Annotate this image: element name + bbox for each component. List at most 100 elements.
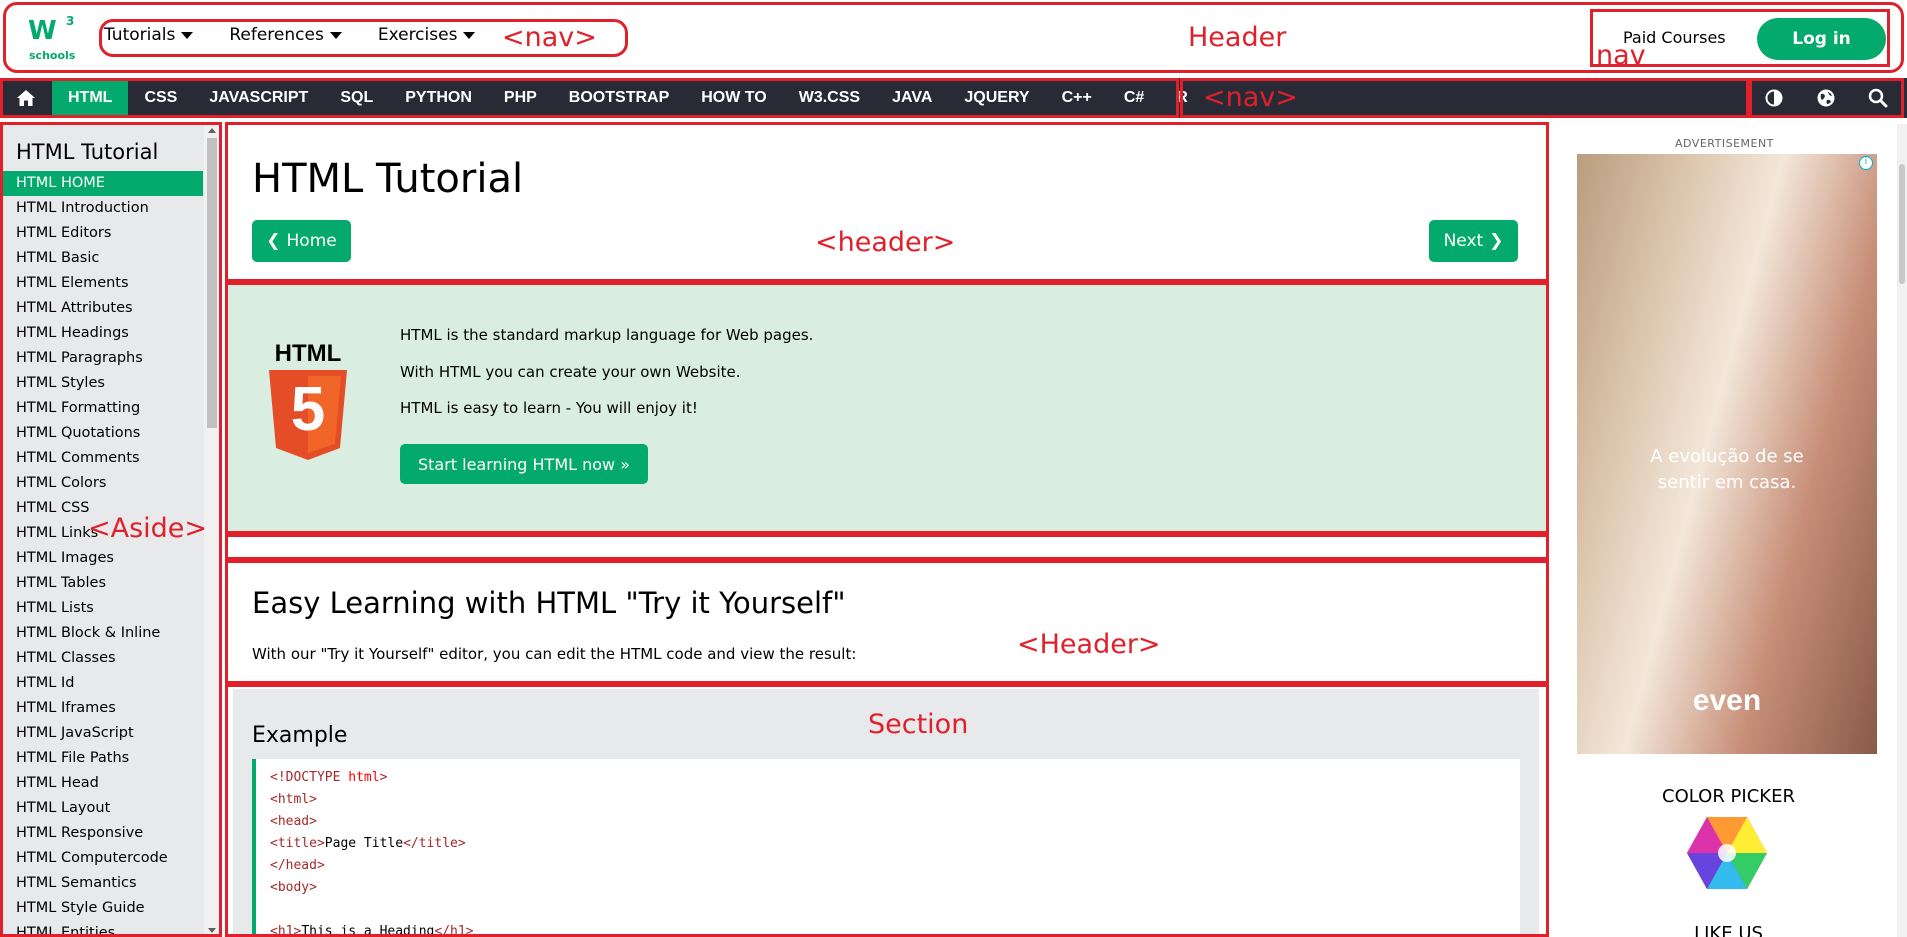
sidebar-item[interactable]: HTML Basic — [0, 246, 203, 271]
intro-line: HTML is the standard markup language for… — [400, 326, 814, 344]
sidebar-item[interactable]: HTML Lists — [0, 596, 203, 621]
sidebar-item[interactable]: HTML Styles — [0, 371, 203, 396]
lang-tab-how-to[interactable]: HOW TO — [685, 78, 782, 118]
menu-exercises[interactable]: Exercises — [378, 25, 476, 45]
sidebar-item[interactable]: HTML Formatting — [0, 396, 203, 421]
lang-tab-css[interactable]: CSS — [128, 78, 193, 118]
sidebar-item[interactable]: HTML HOME — [0, 171, 203, 196]
logo-superscript: 3 — [66, 14, 75, 28]
menu-label: Tutorials — [104, 25, 176, 45]
sidebar-item[interactable]: HTML Id — [0, 671, 203, 696]
annotation-label-header-easy: <Header> — [1017, 629, 1161, 660]
code-line: <body> — [270, 880, 317, 895]
code-line: <h1>This is a Heading</h1> — [270, 924, 474, 937]
sidebar-item[interactable]: HTML Computercode — [0, 846, 203, 871]
login-button[interactable]: Log in — [1757, 18, 1886, 60]
annotation-label-aside: <Aside> — [88, 513, 208, 544]
like-us-heading: LIKE US — [1694, 923, 1763, 937]
lang-tab-sql[interactable]: SQL — [324, 78, 389, 118]
globe-icon[interactable] — [1800, 78, 1852, 118]
sidebar-item[interactable]: HTML Tables — [0, 571, 203, 596]
sidebar-item[interactable]: HTML Entities — [0, 921, 203, 937]
sidebar-item[interactable]: HTML Headings — [0, 321, 203, 346]
chevron-left-icon: ❮ — [266, 231, 281, 251]
annotation-label-section: Section — [868, 709, 969, 740]
ad-label: ADVERTISEMENT — [1675, 137, 1774, 150]
sidebar-item[interactable]: HTML Iframes — [0, 696, 203, 721]
advertisement-banner[interactable]: i A evolução de se sentir em casa. even — [1577, 154, 1877, 754]
html5-logo-number: 5 — [290, 375, 326, 444]
menu-tutorials[interactable]: Tutorials — [104, 25, 194, 45]
page-title: HTML Tutorial — [252, 156, 524, 202]
ad-tagline-2: sentir em casa. — [1657, 472, 1797, 493]
lang-tab-c#[interactable]: C# — [1108, 78, 1160, 118]
sidebar-item[interactable]: HTML Layout — [0, 796, 203, 821]
ad-brand: even — [1692, 684, 1762, 717]
scroll-up-arrow-icon[interactable] — [208, 128, 216, 133]
sidebar-item[interactable]: HTML Introduction — [0, 196, 203, 221]
start-learning-button[interactable]: Start learning HTML now » — [400, 444, 648, 484]
contrast-icon[interactable] — [1748, 78, 1800, 118]
lang-tab-c++[interactable]: C++ — [1046, 78, 1108, 118]
lang-tab-r[interactable]: R — [1160, 78, 1204, 118]
lang-tab-java[interactable]: JAVA — [876, 78, 948, 118]
menu-label: Exercises — [377, 25, 458, 45]
sidebar-item[interactable]: HTML Block & Inline — [0, 621, 203, 646]
code-line: <head> — [270, 814, 317, 829]
sidebar-item[interactable]: HTML Comments — [0, 446, 203, 471]
lang-tab-php[interactable]: PHP — [488, 78, 553, 118]
annotation-label-nav-bar: <nav> — [1203, 82, 1298, 113]
annotation-label-header: Header — [1188, 22, 1287, 53]
sidebar-item[interactable]: HTML JavaScript — [0, 721, 203, 746]
lang-tab-html[interactable]: HTML — [52, 78, 129, 118]
section-description: With our "Try it Yourself" editor, you c… — [252, 645, 857, 663]
sidebar-item[interactable]: HTML Colors — [0, 471, 203, 496]
sidebar-item[interactable]: HTML Head — [0, 771, 203, 796]
chevron-right-icon: ❯ — [1489, 231, 1504, 251]
next-button[interactable]: Next ❯ — [1429, 220, 1518, 262]
language-list: HTML CSS JAVASCRIPT SQL PYTHON PHP BOOTSTRAP HO… — [52, 78, 1204, 118]
sidebar-item[interactable]: HTML Classes — [0, 646, 203, 671]
lang-tab-w3-css[interactable]: W3.CSS — [783, 78, 876, 118]
menu-references[interactable]: References — [229, 25, 342, 45]
color-picker-title: COLOR PICKER — [1662, 786, 1795, 807]
home-icon[interactable] — [0, 78, 52, 118]
sidebar-item[interactable]: HTML Attributes — [0, 296, 203, 321]
page-scrollbar[interactable] — [1897, 124, 1907, 937]
scroll-down-arrow-icon[interactable] — [208, 928, 216, 933]
sidebar-item[interactable]: HTML Quotations — [0, 421, 203, 446]
sidebar-item[interactable]: HTML Responsive — [0, 821, 203, 846]
sidebar-item[interactable]: HTML Style Guide — [0, 896, 203, 921]
ad-choices-icon[interactable]: i — [1859, 156, 1873, 170]
code-line: <html> — [270, 792, 317, 807]
ad-tagline-1: A evolução de se — [1650, 446, 1804, 467]
home-button[interactable]: ❮ Home — [252, 220, 351, 262]
sidebar-item[interactable]: HTML Images — [0, 546, 203, 571]
search-icon[interactable] — [1852, 78, 1904, 118]
lang-tab-python[interactable]: PYTHON — [389, 78, 488, 118]
logo-caption: schools — [29, 49, 76, 62]
lang-tab-jquery[interactable]: JQUERY — [948, 78, 1045, 118]
sidebar-list: HTML HOME HTML Introduction HTML Editors HT… — [0, 171, 203, 937]
sidebar-item[interactable]: HTML Semantics — [0, 871, 203, 896]
sidebar-item[interactable]: HTML Paragraphs — [0, 346, 203, 371]
intro-line: HTML is easy to learn - You will enjoy i… — [400, 399, 698, 417]
sidebar-item[interactable]: HTML Elements — [0, 271, 203, 296]
intro-panel: HTML 5 HTML is the standard markup langu… — [225, 284, 1547, 532]
sidebar-item[interactable]: HTML Editors — [0, 221, 203, 246]
home-button-label: Home — [286, 231, 337, 251]
html5-logo-text: HTML — [274, 340, 342, 367]
scroll-thumb[interactable] — [207, 138, 217, 428]
top-nav-menu: Tutorials References Exercises — [104, 25, 511, 45]
color-picker-icon[interactable] — [1687, 817, 1767, 889]
lang-tab-javascript[interactable]: JAVASCRIPT — [193, 78, 324, 118]
ad-tagline: A evolução de se sentir em casa. — [1577, 444, 1877, 496]
w3schools-logo[interactable]: W 3 schools — [26, 14, 76, 64]
caret-down-icon — [181, 31, 194, 39]
logo-letter: W — [28, 16, 57, 46]
lang-tab-bootstrap[interactable]: BOOTSTRAP — [553, 78, 685, 118]
html5-logo: HTML 5 — [268, 340, 348, 470]
page-scroll-thumb[interactable] — [1899, 164, 1905, 284]
sidebar-item[interactable]: HTML File Paths — [0, 746, 203, 771]
